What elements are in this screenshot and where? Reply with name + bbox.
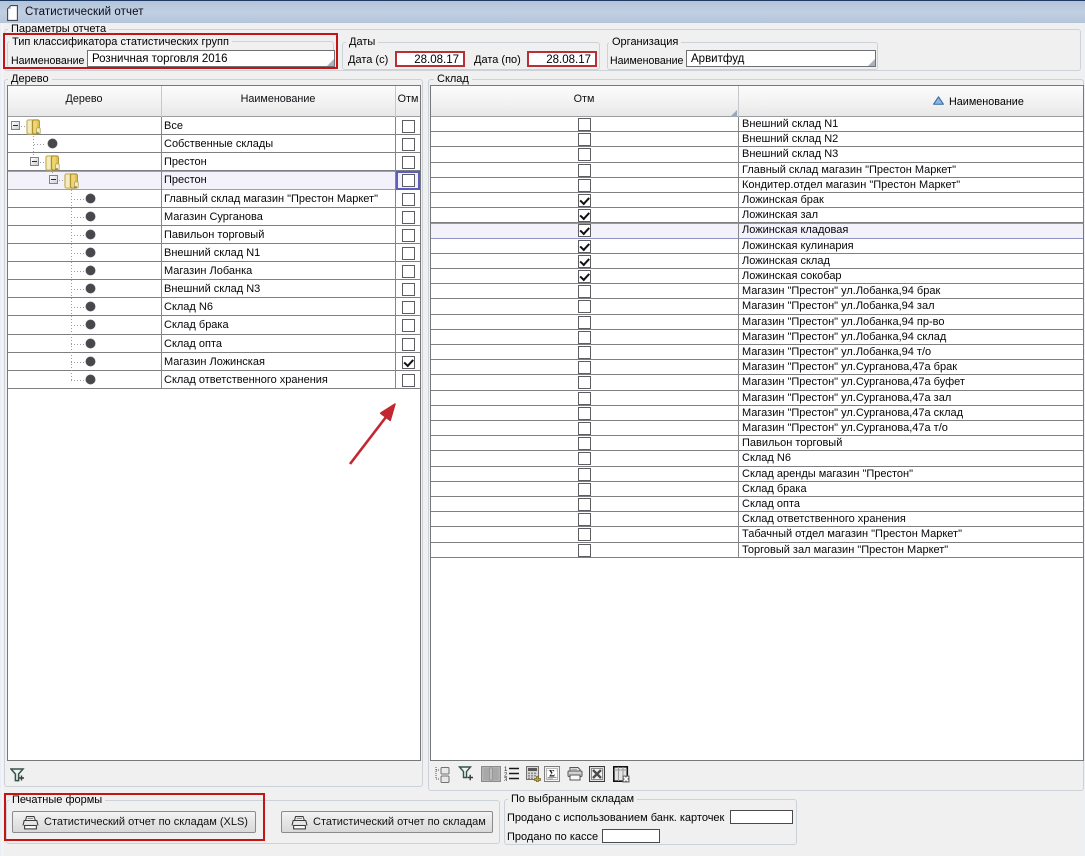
svg-text:Σ: Σ bbox=[549, 769, 555, 779]
svg-text:3: 3 bbox=[504, 778, 508, 782]
